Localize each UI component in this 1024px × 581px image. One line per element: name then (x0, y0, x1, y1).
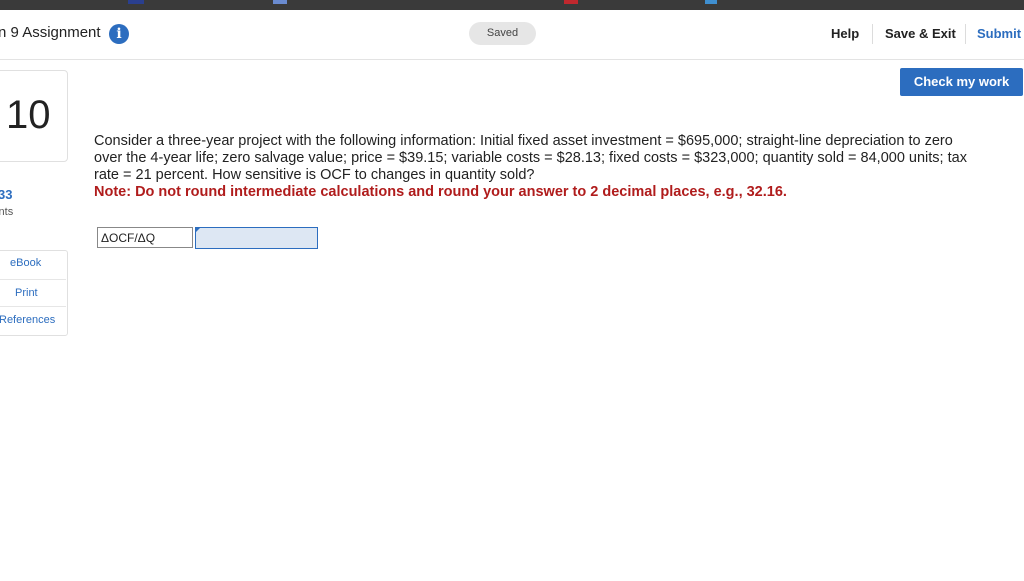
answer-input[interactable] (195, 227, 318, 249)
resources-divider (0, 306, 66, 307)
submit-link[interactable]: Submit (977, 26, 1021, 41)
browser-top-strip (0, 0, 1024, 10)
help-link[interactable]: Help (831, 26, 859, 41)
answer-input-marker-icon (195, 227, 201, 233)
question-number: 10 (6, 93, 51, 137)
points-value: 33 (0, 187, 13, 202)
save-exit-link[interactable]: Save & Exit (885, 26, 956, 41)
info-icon[interactable]: i (109, 24, 129, 44)
header-divider (872, 24, 873, 44)
question-text: Consider a three-year project with the f… (94, 133, 967, 183)
rounding-note: Note: Do not round intermediate calculat… (94, 184, 787, 200)
assignment-title: n 9 Assignment (0, 24, 101, 41)
check-my-work-button[interactable]: Check my work (900, 68, 1023, 96)
references-link[interactable]: References (0, 314, 55, 326)
print-link[interactable]: Print (15, 287, 38, 299)
question-body: Consider a three-year project with the f… (94, 133, 980, 201)
resources-divider (0, 279, 66, 280)
ebook-link[interactable]: eBook (10, 257, 41, 269)
answer-label-cell: ΔOCF/ΔQ (97, 227, 193, 248)
header-divider (965, 24, 966, 44)
points-label: oints (0, 206, 14, 218)
saved-status-badge: Saved (469, 22, 536, 45)
assignment-header: n 9 Assignment i Saved Help Save & Exit … (0, 10, 1024, 60)
